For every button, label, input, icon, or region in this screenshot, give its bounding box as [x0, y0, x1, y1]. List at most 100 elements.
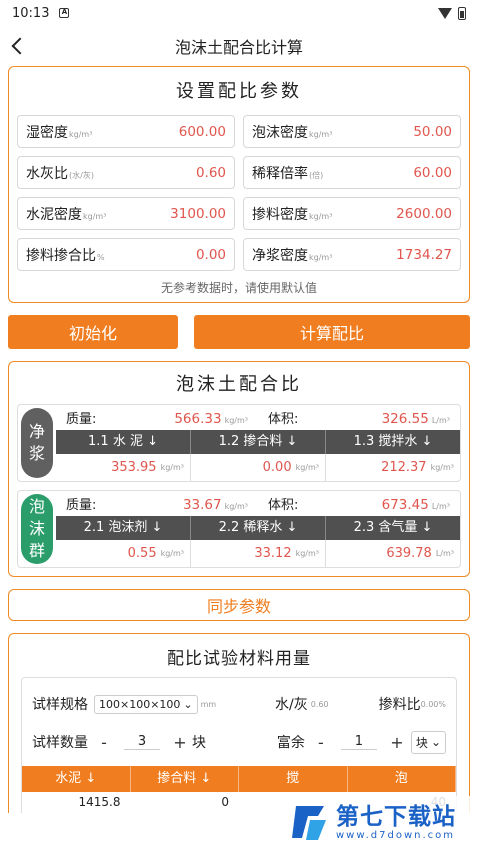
component-header: 2.1 泡沫剂 ↓ 2.2 稀释水 ↓ 2.3 含气量 ↓: [56, 516, 460, 540]
group-body: 质量: 566.33 kg/m³ 体积: 326.55 L/m³ 1.1 水 泥 ↓ 1.2 …: [56, 405, 460, 481]
param-label-group: 水泥密度 kg/m³: [26, 204, 106, 224]
mix-group: 净浆质量: 566.33 kg/m³ 体积: 326.55 L/m³ 1.1 水 泥 ↓ 1.…: [17, 404, 461, 482]
param-label: 净浆密度: [252, 247, 308, 264]
param-value[interactable]: 2600.00: [396, 206, 452, 222]
volume-value: 326.55: [381, 411, 429, 427]
param-unit: kg/m³: [83, 211, 107, 221]
param-field[interactable]: 稀释倍率 (倍) 60.00: [243, 156, 461, 189]
param-field[interactable]: 掺料掺合比% 0.00: [17, 238, 235, 271]
mass-label: 质量:: [66, 412, 97, 427]
group-body: 质量: 33.67 kg/m³ 体积: 673.45 L/m³ 2.1 泡沫剂 ↓ 2.2 稀…: [56, 491, 460, 567]
param-value[interactable]: 50.00: [413, 124, 452, 140]
spare-stepper[interactable]: - 1 +: [311, 732, 407, 752]
param-value[interactable]: 3100.00: [170, 206, 226, 222]
materials-header-cell[interactable]: 水泥 ↓: [22, 766, 131, 792]
count-unit: 块: [192, 735, 206, 751]
component-value-cell: 0.55 kg/m³: [56, 540, 191, 567]
param-field[interactable]: 泡沫密度 kg/m³ 50.00: [243, 115, 461, 148]
spec-value: 100×100×100: [99, 697, 181, 711]
component-header: 1.1 水 泥 ↓ 1.2 掺合料 ↓ 1.3 搅拌水 ↓: [56, 430, 460, 454]
component-value: 353.95: [111, 460, 157, 475]
mass-cell: 质量: 566.33 kg/m³: [56, 408, 258, 427]
param-label-group: 掺料密度 kg/m³: [252, 204, 332, 224]
app-header: 泡沫土配合比计算: [0, 26, 478, 66]
component-value-cell: 212.37 kg/m³: [326, 454, 460, 481]
init-button[interactable]: 初始化: [8, 315, 178, 349]
component-unit: kg/m³: [295, 463, 319, 472]
count-minus-button[interactable]: -: [94, 732, 114, 752]
param-label-group: 稀释倍率 (倍): [252, 163, 323, 183]
component-header-cell[interactable]: 1.3 搅拌水 ↓: [326, 430, 460, 454]
component-unit: kg/m³: [295, 549, 319, 558]
materials-header-cell[interactable]: 泡: [348, 766, 456, 792]
materials-cell: 1415.8: [78, 795, 121, 809]
default-hint: 无参考数据时，请使用默认值: [160, 281, 317, 295]
spare-minus-button[interactable]: -: [311, 732, 331, 752]
component-header-cell[interactable]: 2.1 泡沫剂 ↓: [56, 516, 191, 540]
page-title: 泡沫土配合比计算: [174, 38, 303, 57]
param-unit: %: [97, 252, 105, 262]
component-unit: kg/m³: [160, 463, 184, 472]
count-plus-button[interactable]: +: [170, 732, 190, 752]
param-label: 掺料密度: [252, 206, 308, 223]
badge-char: 群: [28, 541, 45, 560]
param-unit: (倍): [309, 170, 324, 180]
spare-unit-select[interactable]: 块 ⌄: [410, 730, 446, 754]
param-label-group: 净浆密度 kg/m³: [252, 245, 332, 265]
status-bar: 10:13 A: [0, 0, 478, 26]
component-header-cell[interactable]: 2.3 含气量 ↓: [326, 516, 460, 540]
component-header-cell[interactable]: 1.1 水 泥 ↓: [56, 430, 191, 454]
count-stepper[interactable]: - 3 +: [94, 732, 190, 752]
mass-unit: kg/m³: [224, 502, 248, 511]
materials-cell: 0: [221, 795, 229, 809]
volume-cell: 体积: 673.45 L/m³: [258, 494, 460, 513]
trial-card-title: 配比试验材料用量: [167, 649, 311, 669]
component-value-cell: 639.78 L/m³: [326, 540, 460, 567]
param-value[interactable]: 60.00: [413, 165, 452, 181]
param-unit: (水/灰): [69, 170, 94, 180]
param-value[interactable]: 0.00: [196, 247, 226, 263]
spec-select[interactable]: 100×100×100 ⌄: [94, 694, 198, 714]
group-summary: 质量: 566.33 kg/m³ 体积: 326.55 L/m³: [56, 405, 460, 430]
volume-unit: L/m³: [431, 416, 450, 425]
watermark-logo: [292, 806, 326, 840]
volume-label: 体积:: [268, 412, 299, 427]
params-card-title: 设置配比参数: [176, 81, 302, 102]
mix-group: 泡沫群质量: 33.67 kg/m³ 体积: 673.45 L/m³ 2.1 泡沫剂 ↓ 2.…: [17, 490, 461, 568]
calculate-button[interactable]: 计算配比: [194, 315, 470, 349]
param-field[interactable]: 湿密度 kg/m³ 600.00: [17, 115, 235, 148]
param-label: 泡沫密度: [252, 124, 308, 141]
materials-header-cell[interactable]: 掺合料 ↓: [131, 766, 239, 792]
wc-value: 0.60: [310, 699, 329, 709]
param-field[interactable]: 水灰比 (水/灰) 0.60: [17, 156, 235, 189]
volume-value: 673.45: [381, 497, 429, 513]
group-summary: 质量: 33.67 kg/m³ 体积: 673.45 L/m³: [56, 491, 460, 516]
param-value[interactable]: 1734.27: [396, 247, 452, 263]
param-label-group: 湿密度 kg/m³: [26, 122, 92, 142]
param-label: 掺料掺合比: [26, 247, 96, 264]
param-field[interactable]: 掺料密度 kg/m³ 2600.00: [243, 197, 461, 230]
param-label-group: 掺料掺合比%: [26, 245, 105, 265]
spare-plus-button[interactable]: +: [387, 732, 407, 752]
spare-label: 富余: [276, 735, 305, 751]
mass-value: 33.67: [182, 497, 222, 513]
spare-value[interactable]: 1: [340, 734, 377, 750]
param-field[interactable]: 水泥密度 kg/m³ 3100.00: [17, 197, 235, 230]
action-buttons: 初始化 计算配比: [0, 303, 478, 361]
back-icon[interactable]: [11, 37, 29, 55]
component-header-cell[interactable]: 2.2 稀释水 ↓: [191, 516, 326, 540]
spec-unit: mm: [200, 699, 217, 709]
materials-header-cell[interactable]: 搅: [239, 766, 348, 792]
admix-label: 掺料比: [378, 697, 421, 713]
param-value[interactable]: 600.00: [179, 124, 226, 140]
param-field[interactable]: 净浆密度 kg/m³ 1734.27: [243, 238, 461, 271]
params-grid: 湿密度 kg/m³ 600.00 泡沫密度 kg/m³ 50.00 水灰比 (水/灰) 0.60…: [9, 111, 469, 271]
param-unit: kg/m³: [309, 252, 333, 262]
component-header-cell[interactable]: 1.2 掺合料 ↓: [191, 430, 326, 454]
status-time: 10:13: [12, 5, 50, 21]
param-value[interactable]: 0.60: [196, 165, 226, 181]
volume-cell: 体积: 326.55 L/m³: [258, 408, 460, 427]
mass-value: 566.33: [174, 411, 222, 427]
count-value[interactable]: 3: [124, 734, 160, 750]
sync-params-button[interactable]: 同步参数: [8, 589, 470, 621]
